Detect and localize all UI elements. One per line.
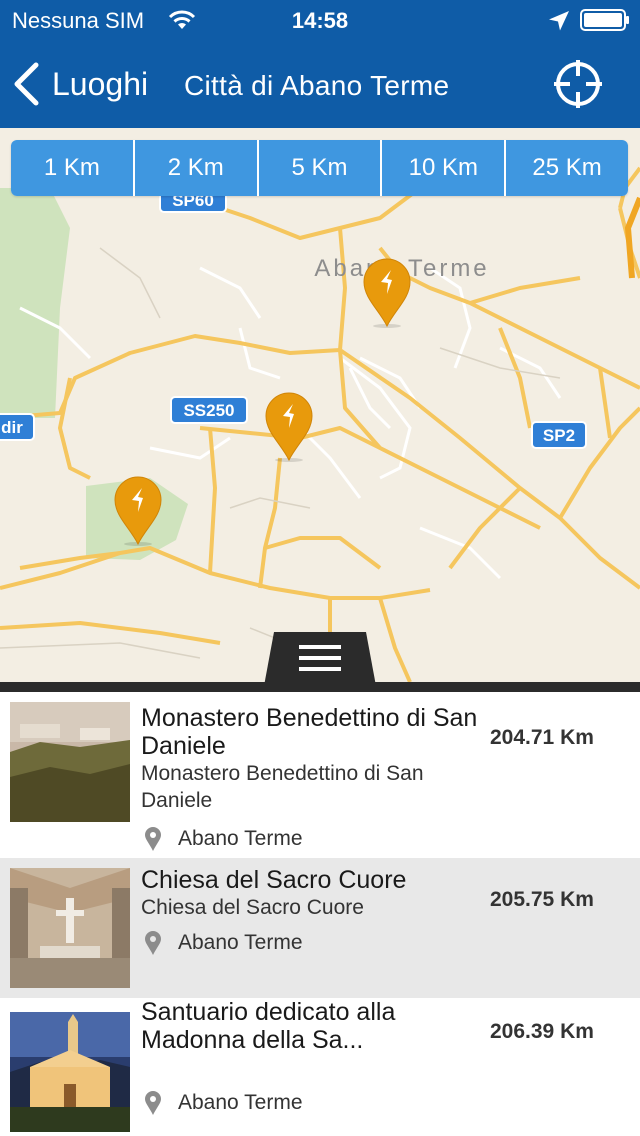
place-title: Monastero Benedettino di San Daniele — [141, 704, 478, 760]
list-item[interactable]: Santuario dedicato alla Madonna della Sa… — [0, 998, 640, 1136]
place-distance: 206.39 Km — [490, 1020, 594, 1043]
nav-bar: Luoghi Città di Abano Terme — [0, 40, 640, 128]
map-pin-icon — [145, 1091, 161, 1115]
svg-text:SS250: SS250 — [183, 401, 234, 420]
map-pin-santuario[interactable] — [114, 476, 162, 548]
place-subtitle: Monastero Benedettino di San Daniele — [141, 762, 424, 812]
range-25km-button[interactable]: 25 Km — [506, 140, 628, 196]
place-location-label: Abano Terme — [178, 1091, 303, 1114]
place-location: Abano Terme — [144, 826, 303, 852]
svg-text:SP2: SP2 — [543, 426, 575, 445]
road-label-dir: dir — [0, 413, 35, 441]
app-header: Nessuna SIM 14:58 Luoghi Città di Abano … — [0, 0, 640, 128]
range-2km-button[interactable]: 2 Km — [134, 140, 257, 196]
back-label: Luoghi — [52, 65, 149, 102]
list-item[interactable]: Chiesa del Sacro Cuore Chiesa del Sacro … — [0, 858, 640, 998]
distance-range-selector: 1 Km 2 Km 5 Km 10 Km 25 Km — [11, 140, 628, 196]
range-10km-button[interactable]: 10 Km — [382, 140, 505, 196]
status-bar: Nessuna SIM 14:58 — [0, 0, 640, 40]
page-title: Città di Abano Terme — [184, 70, 450, 101]
drawer-toggle-button[interactable] — [264, 632, 376, 682]
place-thumbnail — [10, 702, 130, 822]
range-5km-button[interactable]: 5 Km — [258, 140, 381, 196]
svg-text:dir: dir — [1, 418, 23, 437]
places-list: Monastero Benedettino di San Daniele Mon… — [0, 682, 640, 1136]
place-location: Abano Terme — [144, 1090, 303, 1116]
place-title: Chiesa del Sacro Cuore — [141, 866, 407, 894]
back-button[interactable]: Luoghi — [12, 54, 148, 114]
place-title: Santuario dedicato alla Madonna della Sa… — [141, 998, 396, 1054]
map-canvas[interactable]: SP60 SS250 SP2 dir Abano Terme — [0, 128, 640, 682]
road-label-ss250: SS250 — [170, 396, 248, 424]
place-subtitle: Chiesa del Sacro Cuore — [141, 896, 364, 919]
range-1km-button[interactable]: 1 Km — [11, 140, 133, 196]
place-distance: 204.71 Km — [490, 726, 594, 749]
place-location: Abano Terme — [144, 930, 303, 956]
place-thumbnail — [10, 1012, 130, 1132]
map-pin-icon — [145, 827, 161, 851]
crosshair-icon[interactable] — [552, 58, 604, 110]
chevron-left-icon — [14, 62, 39, 106]
status-time: 14:58 — [291, 8, 349, 33]
place-thumbnail — [10, 868, 130, 988]
list-item[interactable]: Monastero Benedettino di San Daniele Mon… — [0, 692, 640, 858]
place-location-label: Abano Terme — [178, 931, 303, 954]
map-pin-icon — [145, 931, 161, 955]
park-area — [0, 188, 70, 418]
place-distance: 205.75 Km — [490, 888, 594, 911]
hamburger-icon — [299, 645, 341, 671]
map-pin-monastero[interactable] — [363, 258, 411, 330]
map-pin-chiesa[interactable] — [265, 392, 313, 464]
location-arrow-icon — [549, 11, 569, 31]
map-view[interactable]: SP60 SS250 SP2 dir Abano Terme 1 Km 2 Km… — [0, 128, 640, 682]
place-location-label: Abano Terme — [178, 827, 303, 850]
battery-icon — [580, 9, 629, 31]
road-label-sp2: SP2 — [531, 421, 587, 449]
